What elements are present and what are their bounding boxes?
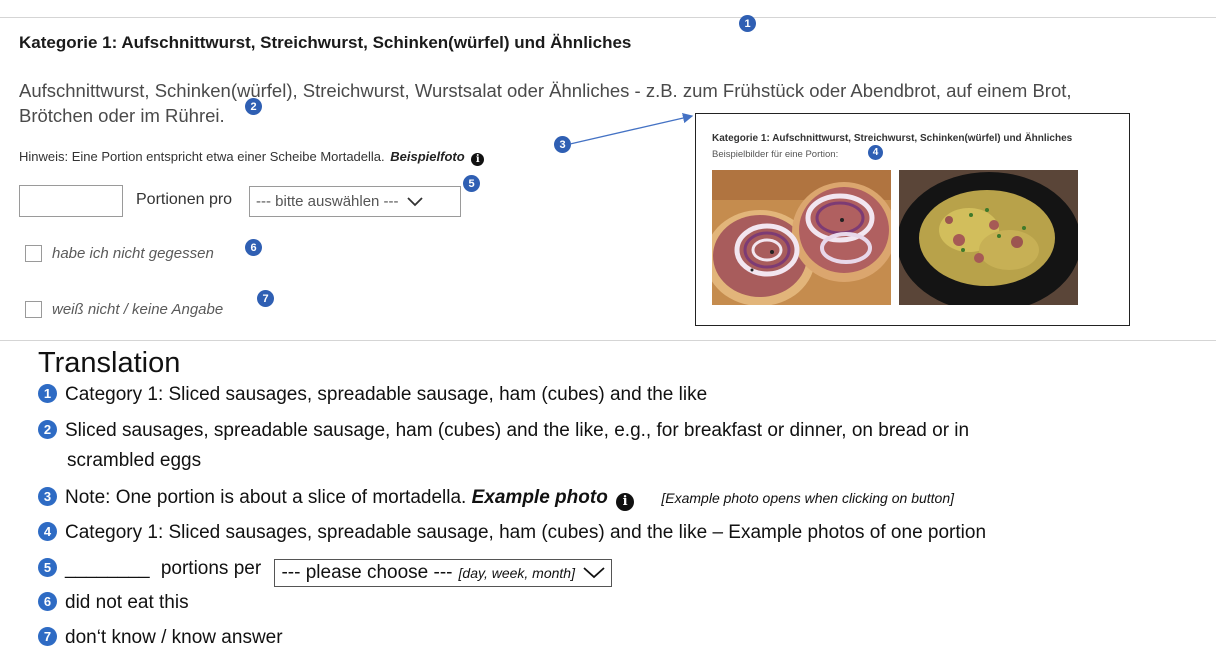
info-icon[interactable]: i — [471, 153, 485, 166]
category-title: Kategorie 1: Aufschnittwurst, Streichwur… — [19, 33, 632, 52]
annotation-badge-7: 7 — [257, 290, 274, 307]
translation-heading: Translation — [38, 347, 181, 379]
translation-line-6: did not eat this — [65, 592, 189, 613]
translation-example-photo: Example photo — [471, 487, 608, 508]
example-photo-popup: Kategorie 1: Aufschnittwurst, Streichwur… — [695, 113, 1130, 326]
dont-know-label: weiß nicht / keine Angabe — [52, 301, 224, 318]
translation-badge-4: 4 — [38, 522, 57, 541]
translation-item-1: 1 Category 1: Sliced sausages, spreadable… — [38, 384, 707, 406]
translation-blank: ________ — [65, 558, 150, 579]
translation-divider — [0, 340, 1216, 341]
translation-portions-per: portions per — [160, 558, 262, 579]
period-select[interactable]: --- bitte auswählen --- — [249, 186, 461, 217]
annotation-arrow — [569, 112, 694, 145]
translation-badge-6: 6 — [38, 592, 57, 611]
not-eaten-checkbox[interactable] — [25, 245, 42, 262]
translation-item-7: 7 don‘t know / know answer — [38, 627, 283, 649]
translation-item-4: 4 Category 1: Sliced sausages, spreadable… — [38, 522, 986, 544]
translation-line-2a: Sliced sausages, spreadable sausage, ham… — [65, 420, 970, 441]
translation-line-1: Category 1: Sliced sausages, spreadable … — [65, 384, 708, 405]
annotation-badge-6: 6 — [245, 239, 262, 256]
period-select-value: --- bitte auswählen --- — [256, 193, 399, 210]
translation-badge-1: 1 — [38, 384, 57, 403]
popup-subtitle: Beispielbilder für eine Portion: — [712, 149, 839, 160]
translation-line-7: don‘t know / know answer — [65, 627, 283, 648]
translation-note: [Example photo opens when clicking on bu… — [661, 490, 955, 506]
translation-select: --- please choose --- [day, week, month] — [274, 559, 612, 587]
translation-item-2: 2 Sliced sausages, spreadable sausage, ha… — [38, 420, 969, 442]
translation-line-3: Note: One portion is about a slice of mo… — [65, 487, 467, 508]
translation-line-2b: scrambled eggs — [67, 450, 202, 471]
dont-know-checkbox[interactable] — [25, 301, 42, 318]
popup-title: Kategorie 1: Aufschnittwurst, Streichwur… — [712, 133, 1073, 144]
chevron-down-icon — [583, 567, 605, 579]
chevron-down-icon — [406, 196, 423, 206]
annotation-badge-1: 1 — [739, 15, 756, 32]
translation-badge-2: 2 — [38, 420, 57, 439]
translation-badge-5: 5 — [38, 558, 57, 577]
not-eaten-label: habe ich nicht gegessen — [52, 245, 214, 262]
translation-info-icon: i — [616, 492, 635, 511]
translation-badge-7: 7 — [38, 627, 57, 646]
translation-item-5: 5 ________ portions per --- please choose… — [38, 558, 612, 587]
annotation-badge-5: 5 — [463, 175, 480, 192]
example-photo-bread-rolls — [712, 170, 891, 305]
portions-label: Portionen pro — [136, 191, 233, 208]
top-divider — [0, 17, 1216, 18]
translation-item-6: 6 did not eat this — [38, 592, 189, 614]
hint-text: Hinweis: Eine Portion entspricht etwa ei… — [19, 149, 385, 164]
annotation-badge-4: 4 — [868, 145, 883, 160]
annotation-badge-2: 2 — [245, 98, 262, 115]
translation-item-3: 3 Note: One portion is about a slice of m… — [38, 487, 954, 511]
translation-select-options: [day, week, month] — [458, 565, 575, 581]
portion-hint: Hinweis: Eine Portion entspricht etwa ei… — [19, 149, 485, 166]
translation-badge-3: 3 — [38, 487, 57, 506]
translation-line-4: Category 1: Sliced sausages, spreadable … — [65, 522, 987, 543]
example-photo-link[interactable]: Beispielfoto — [390, 149, 464, 164]
portions-input[interactable] — [19, 185, 123, 217]
translation-select-value: --- please choose --- — [281, 562, 453, 583]
description-line-1: Aufschnittwurst, Schinken(würfel), Strei… — [19, 80, 1072, 101]
example-photo-scrambled-eggs — [899, 170, 1078, 305]
